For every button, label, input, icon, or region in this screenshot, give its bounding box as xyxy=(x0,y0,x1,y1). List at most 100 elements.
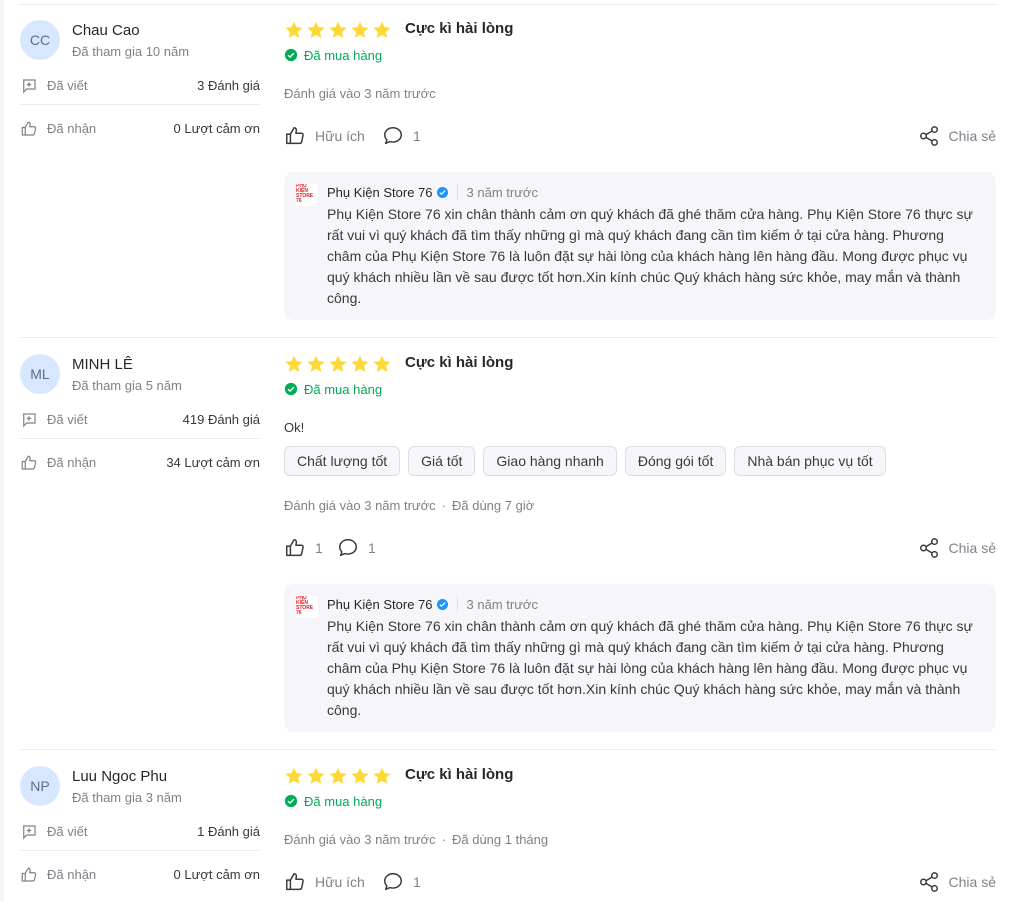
star-icon xyxy=(373,767,391,784)
shop-name[interactable]: Phụ Kiện Store 76 xyxy=(327,185,433,200)
seller-reply: PHỤ KIỆN STORE 76 Phụ Kiện Store 76 3 năm… xyxy=(284,584,996,732)
stat-received-label: Đã nhận xyxy=(47,121,97,136)
left-rail xyxy=(0,0,4,901)
avatar[interactable]: CC xyxy=(20,20,60,60)
header-divider xyxy=(456,597,458,611)
star-icon xyxy=(351,355,369,372)
star-icon xyxy=(307,21,325,38)
star-icon xyxy=(351,21,369,38)
comment-count: 1 xyxy=(413,128,421,144)
stat-received-value: 0 Lượt cảm ơn xyxy=(173,121,260,136)
thumbs-up-icon xyxy=(286,127,304,145)
review-meta: Đánh giá vào 3 năm trước xyxy=(284,86,436,101)
review-tag: Giá tốt xyxy=(408,446,476,476)
shop-logo: PHỤ KIỆN STORE 76 xyxy=(296,184,318,206)
rating-text: Cực kì hài lòng xyxy=(405,766,514,783)
meta-dot: · xyxy=(441,498,446,513)
stat-written-value: 1 Đánh giá xyxy=(197,824,260,839)
share-label: Chia sẻ xyxy=(948,128,996,144)
review-tag: Nhà bán phục vụ tốt xyxy=(734,446,886,476)
reply-text: Phụ Kiện Store 76 xin chân thành cảm ơn … xyxy=(327,618,973,718)
purchased-label: Đã mua hàng xyxy=(304,381,383,397)
author-name[interactable]: Luu Ngoc Phu xyxy=(72,768,167,785)
joined-duration: Đã tham gia 3 năm xyxy=(72,790,182,805)
stat-divider xyxy=(20,104,260,105)
review-tag: Đóng gói tốt xyxy=(624,446,727,476)
review-meta: Đánh giá vào 3 năm trước · Đã dùng 7 giờ xyxy=(284,498,534,513)
stat-written-value: 419 Đánh giá xyxy=(182,412,260,427)
review-date: Đánh giá vào 3 năm trước xyxy=(284,86,436,101)
comment-icon xyxy=(384,127,402,145)
review-actions: Hữu ích 1 Chia sẻ xyxy=(284,870,996,894)
share-label: Chia sẻ xyxy=(948,540,996,556)
stat-written: Đã viết 419 Đánh giá xyxy=(20,410,260,430)
avatar[interactable]: ML xyxy=(20,354,60,394)
comment-icon xyxy=(384,873,402,891)
stat-written-label: Đã viết xyxy=(47,412,88,427)
comment-count: 1 xyxy=(413,874,421,890)
share-button[interactable]: Chia sẻ xyxy=(918,124,996,148)
comment-button[interactable]: 1 xyxy=(337,536,376,560)
star-rating xyxy=(284,20,392,42)
joined-duration: Đã tham gia 5 năm xyxy=(72,378,182,393)
author-name[interactable]: MINH LÊ xyxy=(72,356,133,373)
shop-logo: PHỤ KIỆN STORE 76 xyxy=(296,596,318,618)
seller-reply: PHỤ KIỆN STORE 76 Phụ Kiện Store 76 3 năm… xyxy=(284,172,996,320)
stat-received: Đã nhận 0 Lượt cảm ơn xyxy=(20,865,260,885)
check-circle-icon xyxy=(284,48,298,62)
verified-icon xyxy=(436,186,448,198)
star-icon xyxy=(307,355,325,372)
review-meta: Đánh giá vào 3 năm trước · Đã dùng 1 tháng xyxy=(284,832,548,847)
avatar[interactable]: NP xyxy=(20,766,60,806)
stat-received-value: 0 Lượt cảm ơn xyxy=(173,867,260,882)
star-icon xyxy=(285,21,303,38)
stat-divider xyxy=(20,438,260,439)
stat-received-label: Đã nhận xyxy=(47,455,97,470)
comment-button[interactable]: 1 xyxy=(382,870,421,894)
stat-received-value: 34 Lượt cảm ơn xyxy=(166,455,260,470)
purchased-label: Đã mua hàng xyxy=(304,47,383,63)
helpful-button[interactable]: Hữu ích xyxy=(284,124,365,148)
thumbs-up-icon xyxy=(21,455,37,470)
thumbs-up-icon xyxy=(21,121,37,136)
review-actions: Hữu ích 1 Chia sẻ xyxy=(284,124,996,148)
stat-received: Đã nhận 0 Lượt cảm ơn xyxy=(20,119,260,139)
stat-written: Đã viết 1 Đánh giá xyxy=(20,822,260,842)
review-tags: Chất lượng tốt Giá tốt Giao hàng nhanh Đ… xyxy=(284,446,886,476)
share-icon xyxy=(919,872,938,892)
review-divider xyxy=(20,749,996,750)
comment-count: 1 xyxy=(368,540,376,556)
review-date: Đánh giá vào 3 năm trước xyxy=(284,498,436,513)
helpful-button[interactable]: Hữu ích xyxy=(284,870,365,894)
thumbs-up-icon xyxy=(286,873,304,891)
review-written-icon xyxy=(23,413,36,428)
share-icon xyxy=(919,538,938,558)
share-button[interactable]: Chia sẻ xyxy=(918,870,996,894)
star-icon xyxy=(329,355,347,372)
review-written-icon xyxy=(23,79,36,94)
reply-text: Phụ Kiện Store 76 xin chân thành cảm ơn … xyxy=(327,206,973,306)
star-icon xyxy=(307,767,325,784)
comment-button[interactable]: 1 xyxy=(382,124,421,148)
reply-time: 3 năm trước xyxy=(466,184,538,200)
author-name[interactable]: Chau Cao xyxy=(72,22,140,39)
share-button[interactable]: Chia sẻ xyxy=(918,536,996,560)
stat-written-label: Đã viết xyxy=(47,824,88,839)
stat-written-value: 3 Đánh giá xyxy=(197,78,260,93)
header-divider xyxy=(456,185,458,199)
star-rating xyxy=(284,354,392,376)
helpful-button[interactable]: 1 xyxy=(284,536,323,560)
purchased-badge: Đã mua hàng xyxy=(284,46,382,64)
reply-time: 3 năm trước xyxy=(466,596,538,612)
star-icon xyxy=(373,355,391,372)
check-circle-icon xyxy=(284,382,298,396)
review-written-icon xyxy=(23,825,36,840)
shop-name[interactable]: Phụ Kiện Store 76 xyxy=(327,597,433,612)
comment-icon xyxy=(339,539,357,557)
usage-duration: Đã dùng 7 giờ xyxy=(451,498,535,513)
stat-written-label: Đã viết xyxy=(47,78,88,93)
rating-text: Cực kì hài lòng xyxy=(405,354,514,371)
thumbs-up-icon xyxy=(286,539,304,557)
meta-dot: · xyxy=(441,832,446,847)
purchased-badge: Đã mua hàng xyxy=(284,792,382,810)
